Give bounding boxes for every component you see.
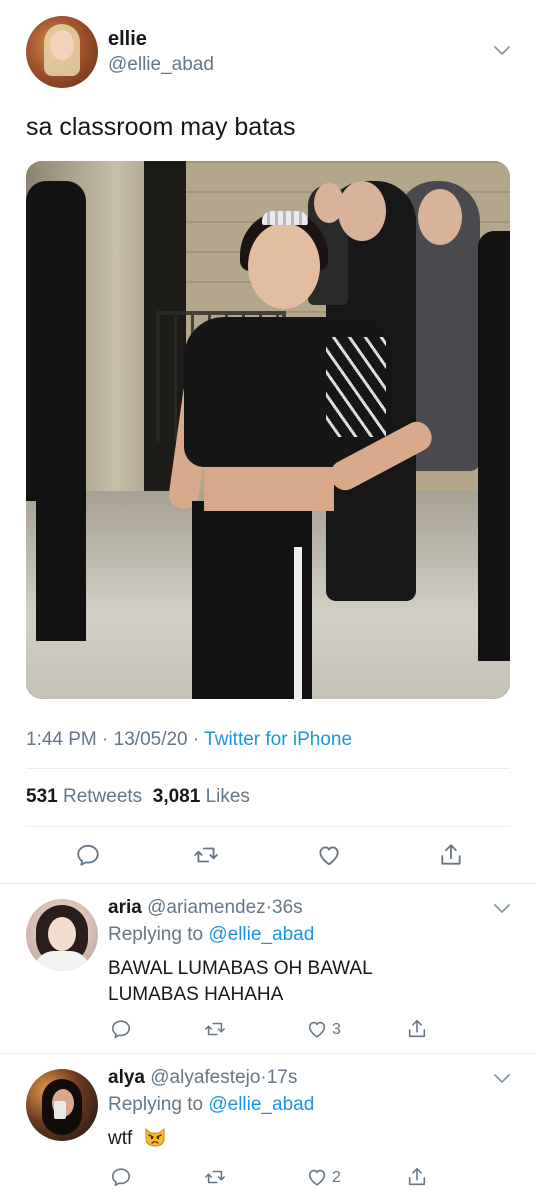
author-handle[interactable]: @ellie_abad: [108, 54, 214, 76]
reply-text-content: wtf: [108, 1128, 133, 1149]
divider: [26, 768, 510, 769]
reply-author-handle[interactable]: @alyafestejo: [150, 1067, 260, 1088]
avatar-phone: [54, 1101, 66, 1119]
divider: [0, 1053, 536, 1054]
tweet-source-link[interactable]: Twitter for iPhone: [204, 729, 352, 750]
reply-avatar[interactable]: [26, 899, 98, 971]
reply-text-line: BAWAL LUMABAS OH BAWAL: [108, 958, 373, 979]
reply-icon[interactable]: [106, 1014, 136, 1044]
chevron-down-icon[interactable]: [492, 898, 512, 918]
like-icon[interactable]: [302, 1162, 332, 1192]
photo-sleeve-stripes: [326, 337, 386, 437]
tweet-stats: 531 Retweets 3,081 Likes: [26, 786, 250, 808]
replying-to-link[interactable]: @ellie_abad: [208, 924, 314, 945]
divider: [0, 883, 536, 884]
avatar-face: [50, 30, 74, 60]
like-icon[interactable]: [314, 840, 344, 870]
reply-age: 36s: [272, 897, 303, 918]
photo-girl-head: [248, 223, 320, 309]
replying-to: Replying to @ellie_abad: [108, 924, 314, 946]
likes-count: 3,081: [152, 786, 201, 807]
retweet-icon[interactable]: [200, 1014, 230, 1044]
replying-to: Replying to @ellie_abad: [108, 1094, 314, 1116]
author-avatar[interactable]: [26, 16, 98, 88]
reply-author-name[interactable]: aria: [108, 897, 142, 918]
retweets-stat[interactable]: 531 Retweets: [26, 786, 142, 807]
reply-icon[interactable]: [73, 840, 103, 870]
reply-author-name[interactable]: alya: [108, 1067, 145, 1088]
pouting-cat-emoji-icon: [144, 1127, 166, 1147]
photo-pant-stripe: [294, 547, 302, 699]
reply-header: aria @ariamendez·36s: [108, 897, 303, 919]
divider: [26, 826, 510, 827]
retweet-icon[interactable]: [200, 1162, 230, 1192]
reply-avatar[interactable]: [26, 1069, 98, 1141]
reply-icon[interactable]: [106, 1162, 136, 1192]
tweet-text: sa classroom may batas: [26, 113, 296, 141]
reply-author-handle[interactable]: @ariamendez: [147, 897, 266, 918]
likes-label: Likes: [205, 786, 250, 807]
meta-separator: ·: [192, 729, 200, 750]
tweet-meta: 1:44 PM · 13/05/20 · Twitter for iPhone: [26, 729, 352, 751]
share-icon[interactable]: [402, 1162, 432, 1192]
author-name[interactable]: ellie: [108, 28, 147, 51]
photo-person-right: [478, 231, 510, 661]
retweet-icon[interactable]: [191, 840, 221, 870]
meta-separator: ·: [102, 729, 109, 750]
like-count: 3: [332, 1021, 341, 1038]
replying-label: Replying to: [108, 1094, 204, 1115]
like-icon[interactable]: [302, 1014, 332, 1044]
replying-to-link[interactable]: @ellie_abad: [208, 1094, 314, 1115]
avatar-shirt: [34, 951, 90, 971]
photo-girl-midriff: [204, 461, 334, 511]
reply-age: 17s: [266, 1067, 298, 1088]
likes-stat[interactable]: 3,081 Likes: [153, 786, 250, 807]
tweet-photo[interactable]: [26, 161, 510, 699]
reply-text: BAWAL LUMABAS OH BAWAL LUMABAS HAHAHA: [108, 956, 373, 1008]
share-icon[interactable]: [402, 1014, 432, 1044]
tweet-time: 1:44 PM: [26, 729, 97, 750]
like-count: 2: [332, 1169, 341, 1186]
photo-head: [418, 189, 462, 245]
retweets-count: 531: [26, 786, 58, 807]
photo-head: [338, 181, 386, 241]
photo-person-left: [26, 181, 86, 501]
chevron-down-icon[interactable]: [492, 1068, 512, 1088]
retweets-label: Retweets: [62, 786, 143, 807]
replying-label: Replying to: [108, 924, 204, 945]
chevron-down-icon[interactable]: [492, 40, 512, 60]
reply-text-line: LUMABAS HAHAHA: [108, 984, 284, 1005]
avatar-face: [48, 917, 76, 951]
reply-text: wtf: [108, 1126, 166, 1152]
reply-header: alya @alyafestejo·17s: [108, 1067, 297, 1089]
share-icon[interactable]: [436, 840, 466, 870]
photo-tiara: [262, 211, 308, 225]
photo-person-left: [36, 461, 86, 641]
tweet-date: 13/05/20: [113, 729, 188, 750]
